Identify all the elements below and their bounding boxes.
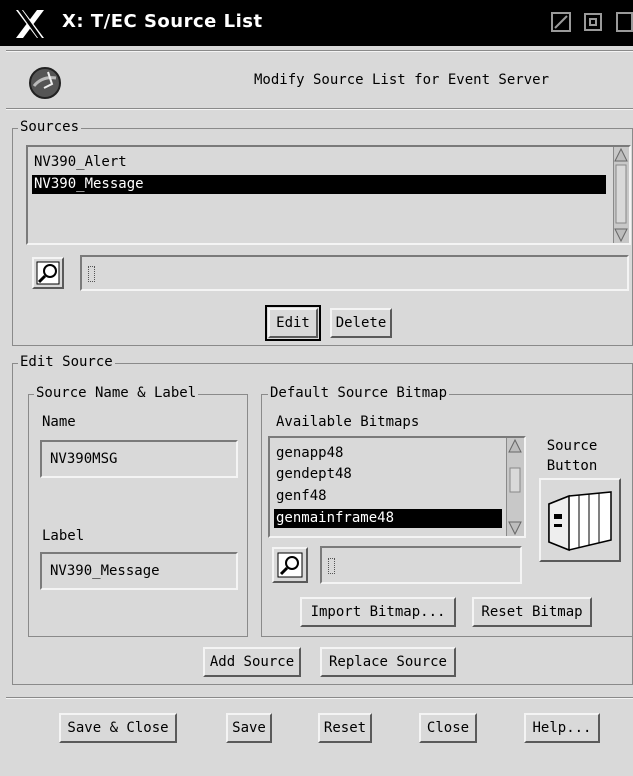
sources-group-title: Sources — [18, 119, 82, 135]
add-source-button[interactable]: Add Source — [203, 647, 301, 677]
bitmap-group-title: Default Source Bitmap — [268, 385, 450, 401]
text-cursor — [88, 266, 95, 282]
reset-bitmap-button[interactable]: Reset Bitmap — [472, 597, 592, 627]
text-cursor — [328, 558, 335, 574]
mainframe-icon — [548, 491, 612, 552]
minimize-icon — [554, 15, 568, 29]
bitmaps-scrollbar[interactable] — [506, 438, 524, 536]
window-title: X: T/EC Source List — [62, 11, 263, 32]
delete-button[interactable]: Delete — [330, 308, 392, 338]
edit-source-group-title: Edit Source — [18, 354, 115, 370]
close-window-button[interactable] — [616, 12, 633, 32]
header-text: Modify Source List for Event Server — [254, 72, 550, 88]
source-button[interactable] — [539, 478, 621, 562]
scroll-arrows-icon — [614, 147, 628, 243]
label-label: Label — [42, 528, 85, 544]
name-label-group-title: Source Name & Label — [34, 385, 199, 401]
list-item[interactable]: gendept48 — [274, 465, 502, 484]
reset-button[interactable]: Reset — [318, 713, 372, 743]
edit-button[interactable]: Edit — [265, 305, 321, 341]
scroll-arrows-icon — [508, 438, 522, 536]
x-window-icon[interactable] — [14, 8, 46, 40]
list-item[interactable]: genapp48 — [274, 444, 502, 463]
save-close-button[interactable]: Save & Close — [59, 713, 177, 743]
source-button-caption-line2: Button — [546, 458, 598, 474]
name-label: Name — [42, 414, 76, 430]
maximize-icon — [589, 18, 597, 26]
sources-scrollbar[interactable] — [613, 147, 629, 243]
name-label-group — [28, 394, 248, 637]
import-bitmap-button[interactable]: Import Bitmap... — [300, 597, 456, 627]
label-value: NV390_Message — [50, 563, 160, 579]
label-field[interactable]: NV390_Message — [40, 552, 238, 590]
list-item-selected[interactable]: genmainframe48 — [274, 509, 502, 528]
list-item[interactable]: genf48 — [274, 487, 502, 506]
name-field[interactable]: NV390MSG — [40, 440, 238, 478]
bitmaps-find-button[interactable] — [272, 547, 308, 583]
save-button[interactable]: Save — [226, 713, 272, 743]
header-separator — [6, 50, 633, 52]
close-button[interactable]: Close — [419, 713, 477, 743]
sources-find-button[interactable] — [32, 257, 64, 289]
source-button-caption: Source Button — [541, 436, 603, 476]
bitmaps-listbox[interactable]: genapp48 gendept48 genf48 genmainframe48 — [268, 436, 526, 538]
sources-listbox[interactable]: NV390_Alert NV390_Message — [26, 145, 631, 245]
bitmaps-filter-input[interactable] — [320, 546, 522, 584]
sources-filter-input[interactable] — [80, 255, 629, 291]
available-bitmaps-label: Available Bitmaps — [276, 414, 420, 430]
minimize-button[interactable] — [551, 12, 571, 32]
event-server-logo-icon — [29, 67, 61, 99]
help-button[interactable]: Help... — [524, 713, 600, 743]
list-item[interactable]: NV390_Alert — [32, 153, 606, 172]
maximize-button[interactable] — [584, 13, 602, 31]
name-value: NV390MSG — [50, 451, 118, 467]
magnifier-icon — [277, 552, 303, 578]
list-item-selected[interactable]: NV390_Message — [32, 175, 606, 194]
header-bottom-separator — [6, 108, 633, 110]
footer-separator — [6, 697, 633, 699]
magnifier-icon — [36, 261, 60, 285]
source-button-caption-line1: Source — [546, 438, 598, 454]
replace-source-button[interactable]: Replace Source — [320, 647, 456, 677]
